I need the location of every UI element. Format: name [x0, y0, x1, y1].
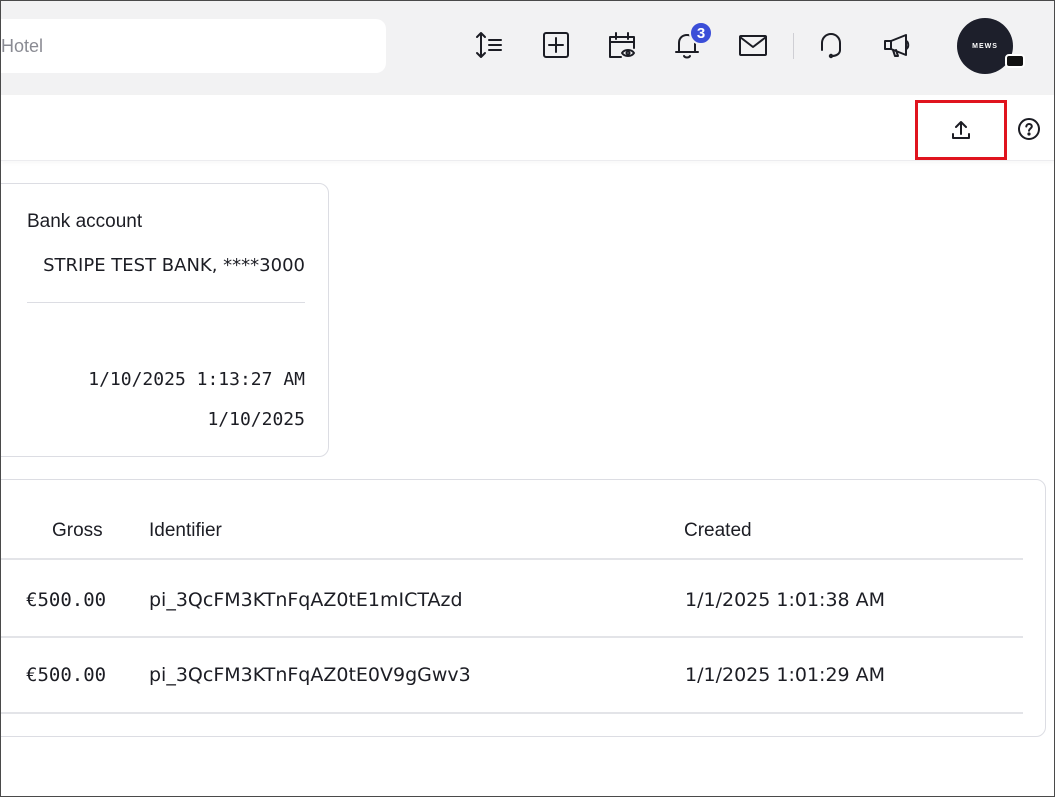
- header-divider: [1, 558, 1023, 560]
- search-input[interactable]: [1, 35, 361, 57]
- add-icon[interactable]: [536, 25, 576, 65]
- row-identifier: pi_3QcFM3KTnFqAZ0tE0V9gGwv3: [149, 664, 471, 686]
- help-button[interactable]: [1016, 116, 1042, 142]
- sort-icon[interactable]: [469, 25, 509, 65]
- row-gross: €500.00: [26, 589, 107, 611]
- column-header-identifier[interactable]: Identifier: [149, 520, 222, 542]
- row-created: 1/1/2025 1:01:29 AM: [685, 664, 886, 686]
- upload-icon: [952, 121, 970, 139]
- avatar-status-badge: [1005, 54, 1025, 68]
- row-created: 1/1/2025 1:01:38 AM: [685, 589, 886, 611]
- row-divider: [1, 712, 1023, 714]
- date-value: 1/10/2025: [207, 409, 305, 430]
- card-divider: [27, 302, 305, 303]
- mail-icon[interactable]: [733, 25, 773, 65]
- column-header-gross[interactable]: Gross: [52, 520, 103, 542]
- column-header-created[interactable]: Created: [684, 520, 752, 542]
- payout-detail-card: Bank account STRIPE TEST BANK, ****3000 …: [1, 183, 329, 457]
- bank-account-label: Bank account: [27, 211, 143, 232]
- bank-account-value: STRIPE TEST BANK, ****3000: [43, 255, 305, 276]
- export-button[interactable]: [915, 100, 1007, 160]
- payments-table: Gross Identifier Created €500.00 pi_3QcF…: [1, 479, 1046, 737]
- datetime-value: 1/10/2025 1:13:27 AM: [88, 369, 305, 390]
- row-divider: [1, 636, 1023, 638]
- announcement-megaphone-icon[interactable]: [877, 25, 917, 65]
- search-box[interactable]: [1, 19, 386, 73]
- page-toolbar: [1, 95, 1054, 161]
- app-window: 3 MEWS Bank account STRIPE TEST BANK, **…: [0, 0, 1055, 797]
- support-headset-icon[interactable]: [811, 25, 851, 65]
- row-gross: €500.00: [26, 664, 107, 686]
- row-identifier: pi_3QcFM3KTnFqAZ0tE1mICTAzd: [149, 589, 463, 611]
- notification-badge: 3: [689, 21, 713, 45]
- calendar-view-icon[interactable]: [602, 25, 642, 65]
- help-icon: [1018, 118, 1040, 140]
- avatar-label: MEWS: [972, 42, 998, 50]
- top-bar: 3 MEWS: [1, 1, 1054, 95]
- toolbar-divider: [793, 33, 794, 59]
